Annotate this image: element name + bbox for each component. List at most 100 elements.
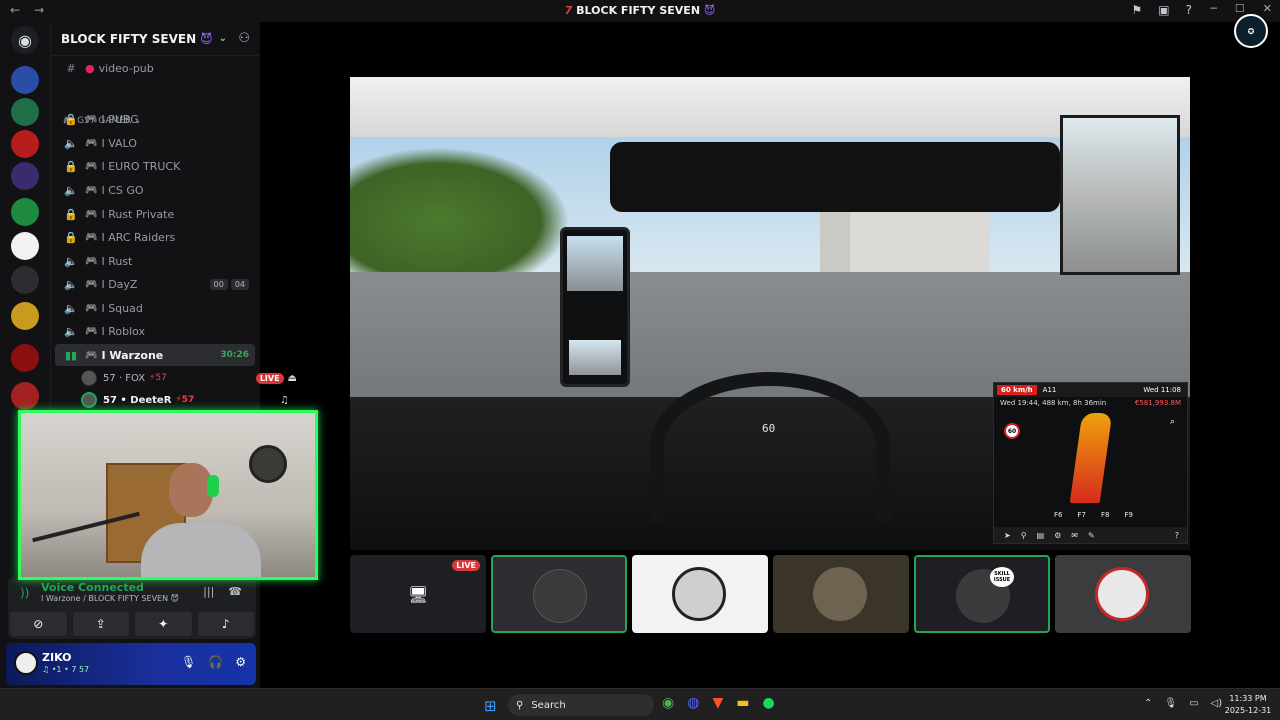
participant-tile-stream[interactable]: 🖥 LIVE: [350, 555, 486, 633]
avatar: [533, 569, 587, 623]
server-icon[interactable]: [11, 98, 39, 126]
taskbar-search[interactable]: ⚲ Search: [508, 694, 654, 716]
soundboard-button[interactable]: ♪: [197, 612, 254, 636]
title-emoji: 😈: [703, 4, 716, 17]
server-icon[interactable]: [11, 162, 39, 190]
brave-icon[interactable]: ▼: [712, 695, 723, 711]
channel-roblox[interactable]: 🔈 🎮 I Roblox: [55, 320, 255, 342]
avatar: [813, 567, 867, 621]
username[interactable]: ZIKO: [42, 651, 71, 664]
inbox-icon[interactable]: ▣: [1158, 3, 1169, 17]
noise-suppression-icon[interactable]: |||: [203, 585, 214, 598]
channel-rust-private[interactable]: 🔒 🎮 I Rust Private: [55, 203, 255, 225]
webcam-overlay: [18, 410, 318, 580]
flag-icon[interactable]: ⚑: [1132, 3, 1143, 17]
server-icon[interactable]: [11, 382, 39, 410]
channel-euro-truck[interactable]: 🔒 🎮 I EURO TRUCK: [55, 155, 255, 177]
discord-icon[interactable]: ◍: [687, 695, 699, 711]
server-icon[interactable]: [11, 198, 39, 226]
avatar[interactable]: [14, 651, 38, 675]
channel-label: Rust Private: [108, 207, 175, 221]
taskbar-clock[interactable]: 11:33 PM 2025-12-31: [1222, 693, 1274, 717]
windows-start-icon[interactable]: ⊞: [484, 697, 497, 715]
microphone-icon[interactable]: 🎙: [181, 655, 196, 669]
activities-button[interactable]: ✦: [135, 612, 192, 636]
server-header[interactable]: BLOCK FIFTY SEVEN 😈 ⌄ ⚇: [51, 22, 260, 56]
volume-icon[interactable]: ◁): [1211, 698, 1223, 709]
right-mirror: [1060, 115, 1180, 275]
gps-route: [1069, 413, 1113, 503]
server-icon[interactable]: [11, 344, 39, 372]
red-dot-icon: ●: [85, 61, 95, 75]
discord-home-icon[interactable]: ◉: [11, 26, 39, 54]
channel-pubg[interactable]: 🔒 🎮 I PUBG: [55, 108, 255, 130]
camera-off-button[interactable]: ⊘: [10, 612, 67, 636]
maximize-icon[interactable]: ☐: [1235, 2, 1245, 15]
clock-time: 11:33 PM: [1229, 694, 1267, 703]
close-icon[interactable]: ✕: [1263, 2, 1272, 15]
speed-limit-sign: 60: [1004, 423, 1020, 439]
headset-icon: [207, 475, 219, 497]
channel-squad[interactable]: 🔈 🎮 I Squad: [55, 297, 255, 319]
participant-tile[interactable]: [773, 555, 909, 633]
document-icon: ▤: [1036, 530, 1045, 540]
channel-cs-go[interactable]: 🔈 🎮 I CS GO: [55, 179, 255, 201]
file-explorer-icon[interactable]: ▬: [736, 695, 749, 711]
channel-valo[interactable]: 🔈 🎮 I VALO: [55, 132, 255, 154]
participant-tile[interactable]: [632, 555, 768, 633]
gps-info-bar: Wed 19:44, 488 km, 8h 36min €581,993.8M: [994, 397, 1187, 409]
channel-prefix: I: [101, 112, 105, 126]
lock-icon: 🔒: [64, 230, 78, 244]
chat-icon: ✎: [1088, 530, 1095, 540]
server-icon[interactable]: [11, 266, 39, 294]
server-emoji: 😈: [200, 31, 213, 46]
window-controls: ─ ☐ ✕: [1210, 2, 1272, 15]
network-icon[interactable]: ▭: [1189, 698, 1198, 709]
participant-tile[interactable]: SKILL ISSUE: [914, 555, 1050, 633]
headphones-icon[interactable]: 🎧: [208, 655, 223, 669]
channel-prefix: I: [101, 183, 105, 197]
channel-logo: ✪: [1234, 14, 1268, 48]
channel-dayz[interactable]: 🔈 🎮 I DayZ 00 04: [55, 273, 255, 295]
settings-gear-icon[interactable]: ⚙: [235, 655, 246, 669]
microphone-icon[interactable]: 🎙: [1164, 698, 1177, 709]
function-keys: F6 F7 F8 F9: [1054, 511, 1133, 519]
channel-warzone[interactable]: ▮▮ 🎮 I Warzone 30:26: [55, 344, 255, 366]
stream-view[interactable]: 60 60 km/h A11 Wed 11:08 Wed 19:44, 488 …: [350, 77, 1190, 550]
channel-prefix: I: [101, 254, 105, 268]
chevron-up-icon[interactable]: ⌃: [1144, 698, 1152, 709]
lock-icon: 🔒: [64, 112, 78, 126]
voice-user-name: 57 · FOX: [103, 372, 146, 384]
user-status: ♫ •1 • 7 57: [42, 665, 90, 674]
minimize-icon[interactable]: ─: [1210, 2, 1217, 15]
server-icon[interactable]: [11, 232, 39, 260]
server-icon[interactable]: [11, 302, 39, 330]
disconnect-icon[interactable]: ☎: [228, 585, 242, 598]
voice-user-fox[interactable]: 57 · FOX ⚡57 LIVE ⏏: [81, 368, 297, 388]
participant-tile[interactable]: [1055, 555, 1191, 633]
add-member-icon[interactable]: ⚇: [238, 31, 250, 46]
channel-arc-raiders[interactable]: 🔒 🎮 I ARC Raiders: [55, 226, 255, 248]
server-icon[interactable]: [11, 130, 39, 158]
help-icon[interactable]: ?: [1186, 3, 1192, 17]
eta-label: Wed 19:44, 488 km, 8h 36min: [1000, 399, 1107, 407]
channel-video-pub[interactable]: # ● video-pub: [55, 57, 255, 79]
speaker-lock-icon: 🔈: [64, 324, 78, 338]
voice-location[interactable]: I Warzone / BLOCK FIFTY SEVEN 😈: [41, 594, 179, 603]
steering-wheel: [650, 372, 890, 522]
signal-icon[interactable]: )): [20, 586, 29, 600]
spotify-icon[interactable]: ●: [762, 695, 774, 711]
fkey-label: F6: [1054, 511, 1063, 519]
participant-tile[interactable]: [491, 555, 627, 633]
voice-user-name: 57 • DeeteR: [103, 394, 172, 406]
channel-label: Rust: [108, 254, 133, 268]
gamepad-icon: 🎮: [85, 208, 98, 220]
share-screen-button[interactable]: ⇪: [72, 612, 129, 636]
server-icon[interactable]: [11, 66, 39, 94]
channel-rust[interactable]: 🔈 🎮 I Rust: [55, 250, 255, 272]
channel-label: Roblox: [108, 324, 146, 338]
voice-status[interactable]: Voice Connected: [41, 581, 144, 594]
voice-user-deeter[interactable]: 57 • DeeteR ⚡57 ♫: [81, 390, 297, 410]
chrome-icon[interactable]: ◉: [662, 695, 674, 711]
live-badge: LIVE: [452, 560, 480, 571]
